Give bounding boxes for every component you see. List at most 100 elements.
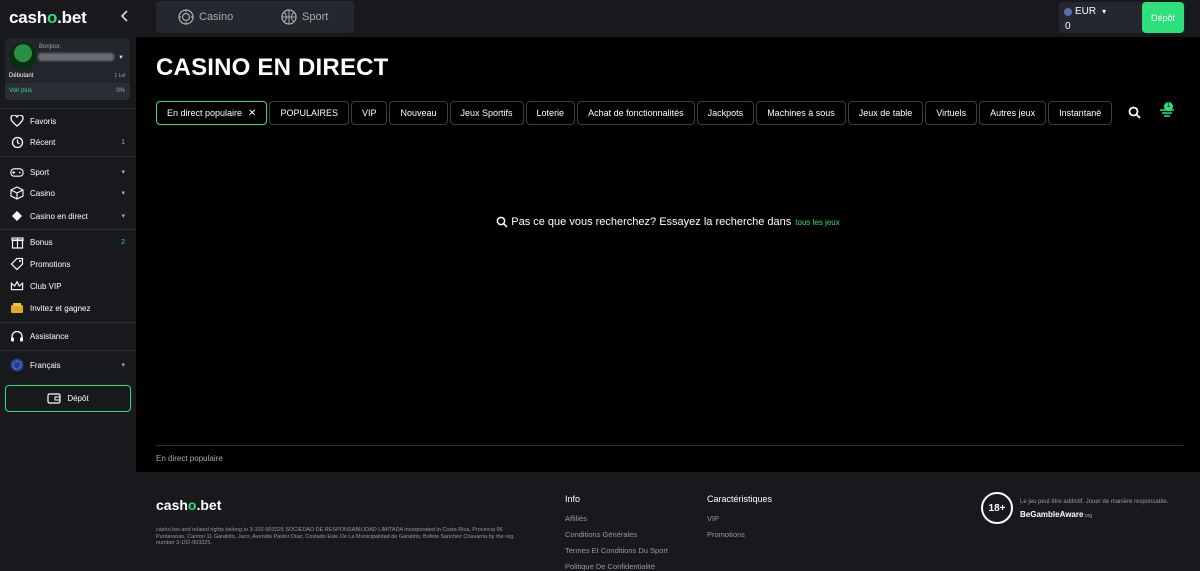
sidebar-item-bonus[interactable]: Bonus 2 [10, 234, 130, 250]
sidebar-item-favoris[interactable]: Favoris [10, 113, 130, 129]
sidebar-item-invite[interactable]: Invitez et gagnez [10, 300, 130, 316]
chevron-down-icon[interactable]: ▼ [118, 55, 124, 61]
chevron-down-icon: ▾ [1102, 7, 1107, 16]
count-badge: 1 [121, 138, 125, 146]
progress-value: 0% [116, 88, 125, 94]
filter-button[interactable]: 1 [1158, 102, 1176, 123]
age-badge: 18+ [981, 492, 1013, 524]
sidebar-item-assistance[interactable]: Assistance [10, 328, 130, 344]
divider [0, 156, 136, 157]
language-label: Français [30, 360, 61, 370]
chip-loterie[interactable]: Loterie [525, 101, 576, 125]
footer-heading: Info [565, 494, 581, 504]
sport-tab[interactable]: Sport [281, 9, 328, 25]
sidebar-item-label: Favoris [30, 116, 57, 126]
chip-vip[interactable]: VIP [350, 101, 388, 125]
chip-jeux-sportifs[interactable]: Jeux Sportifs [449, 101, 524, 125]
sidebar-item-label: Récent [30, 137, 56, 147]
top-bar: Casino Sport EUR ▾ 0 Dépôt [136, 0, 1200, 37]
sidebar-item-label: Sport [30, 167, 50, 177]
sidebar-item-club-vip[interactable]: Club VIP [10, 278, 130, 294]
money-icon [10, 301, 24, 315]
sidebar-item-label: Bonus [30, 237, 53, 247]
chip-virtuels[interactable]: Virtuels [925, 101, 978, 125]
chevron-left-icon[interactable] [120, 9, 130, 25]
gift-icon [10, 235, 24, 249]
sidebar-item-casino[interactable]: Casino ▾ [10, 185, 130, 201]
product-switch: Casino Sport [156, 1, 354, 33]
sidebar-item-sport[interactable]: Sport ▾ [10, 164, 130, 180]
footer-link-sport-terms[interactable]: Termes Et Conditions Du Sport [565, 546, 668, 562]
history-icon [10, 135, 24, 149]
casino-tab[interactable]: Casino [178, 9, 233, 25]
chip-populaires[interactable]: POPULAIRES [269, 101, 349, 125]
footer: casho.bet casho.bet and related rights b… [136, 472, 1200, 571]
divider [0, 229, 136, 230]
balance-value: 0 [1065, 21, 1071, 32]
divider [0, 108, 136, 109]
search-icon[interactable] [1128, 106, 1141, 124]
progress-bar: Voir plus 0% [5, 83, 130, 100]
page-title: CASINO EN DIRECT [156, 54, 389, 81]
chip-jackpots[interactable]: Jackpots [696, 101, 755, 125]
sidebar-item-label: Casino [30, 188, 55, 198]
profile-card[interactable]: Bonjour, ▼ Débutant 1 Lvl Voir plus 0% [5, 38, 130, 100]
sidebar-item-promotions[interactable]: Promotions [10, 256, 130, 272]
footer-link-vip[interactable]: VIP [707, 514, 772, 530]
chip-instantane[interactable]: Instantané [1048, 101, 1113, 125]
footer-link-conditions[interactable]: Conditions Générales [565, 530, 668, 546]
chevron-down-icon: ▾ [121, 362, 125, 369]
divider [156, 445, 1183, 446]
chip-nouveau[interactable]: Nouveau [389, 101, 448, 125]
crown-icon [10, 279, 24, 293]
copyright-text: casho.bet and related rights belong to 3… [156, 527, 515, 546]
dice-icon [10, 186, 24, 200]
basketball-icon [281, 9, 297, 25]
headset-icon [10, 329, 24, 343]
sidebar-item-label: Promotions [30, 259, 71, 269]
deposit-button[interactable]: Dépôt [5, 385, 131, 412]
gamepad-icon [10, 165, 24, 179]
empty-state-text: Pas ce que vous recherchez? Essayez la r… [511, 216, 792, 228]
username-redacted [38, 53, 114, 61]
eu-flag-icon [10, 358, 24, 372]
heart-icon [10, 114, 24, 128]
footer-info-column: Info Affiliés Conditions Générales Terme… [565, 494, 668, 571]
footer-link-privacy[interactable]: Politique De Confidentialité [565, 562, 668, 571]
see-more-link[interactable]: Voir plus [9, 88, 32, 94]
filter-count-badge: 1 [1164, 102, 1173, 111]
sidebar-item-recent[interactable]: Récent 1 [10, 134, 130, 150]
level-label: 1 Lvl [114, 73, 125, 79]
casino-chip-icon [178, 9, 194, 25]
footer-features-column: Caractéristiques VIP Promotions [707, 494, 772, 546]
chip-machines-a-sous[interactable]: Machines à sous [756, 101, 846, 125]
all-games-link[interactable]: tous les jeux [795, 218, 839, 227]
sidebar: casho.bet Bonjour, ▼ Débutant 1 Lvl Voir… [0, 0, 136, 571]
euro-icon [1064, 7, 1072, 16]
count-badge: 2 [121, 238, 125, 246]
divider [0, 350, 136, 351]
deposit-label: Dépôt [67, 394, 89, 403]
close-icon[interactable]: ✕ [248, 108, 256, 119]
empty-state: Pas ce que vous recherchez? Essayez la r… [0, 216, 1200, 228]
breadcrumb: En direct populaire [156, 454, 223, 463]
search-icon [496, 216, 508, 228]
footer-link-promotions[interactable]: Promotions [707, 530, 772, 546]
chevron-down-icon: ▾ [121, 169, 125, 176]
responsible-gambling-text: Le jeu peut être addictif. Jouer de mani… [1020, 499, 1169, 505]
chip-en-direct-populaire[interactable]: En direct populaire ✕ [156, 101, 268, 125]
chip-achat-fonctionnalites[interactable]: Achat de fonctionnalités [577, 101, 695, 125]
wallet-widget: EUR ▾ 0 Dépôt [1059, 2, 1185, 33]
currency-selector[interactable]: EUR ▾ [1064, 6, 1106, 17]
footer-link-affilies[interactable]: Affiliés [565, 514, 668, 530]
divider [0, 322, 136, 323]
logo[interactable]: casho.bet [9, 8, 87, 28]
footer-heading: Caractéristiques [707, 494, 773, 504]
begambleaware-logo[interactable]: BeGambleAware.org [1020, 510, 1092, 519]
chip-jeux-de-table[interactable]: Jeux de table [847, 101, 924, 125]
deposit-button-top[interactable]: Dépôt [1142, 2, 1184, 33]
wallet-icon [47, 392, 61, 406]
chip-autres-jeux[interactable]: Autres jeux [979, 101, 1047, 125]
language-selector[interactable]: Français ▾ [10, 357, 130, 373]
footer-logo[interactable]: casho.bet [156, 497, 221, 513]
